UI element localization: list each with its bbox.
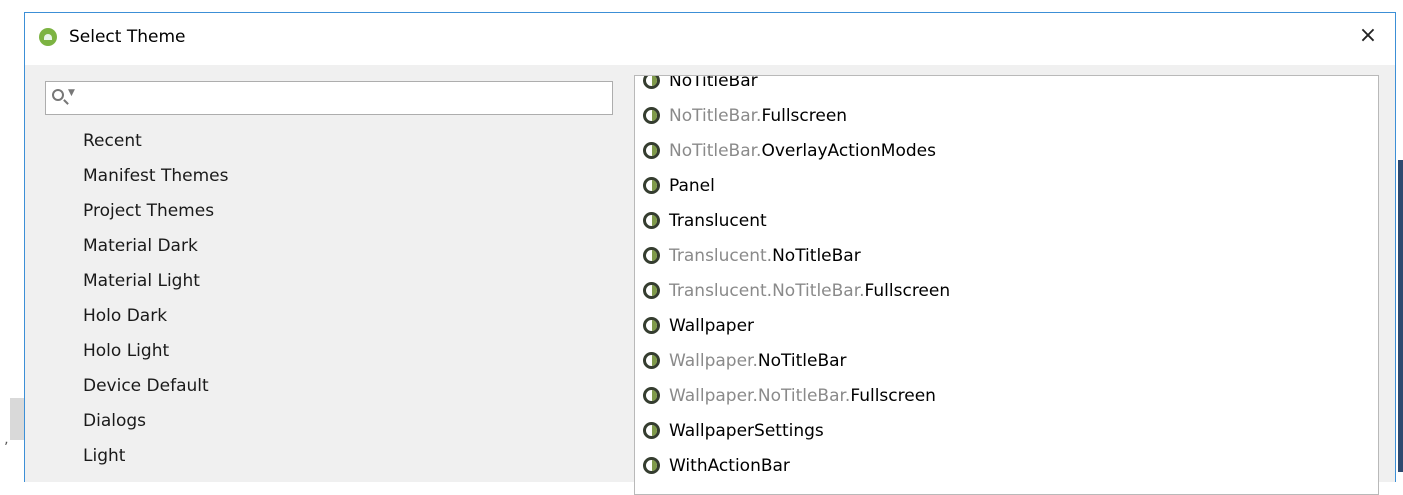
theme-parent-prefix: Translucent. <box>669 245 773 266</box>
theme-item[interactable]: Wallpaper <box>635 308 1378 343</box>
theme-item[interactable]: Translucent. NoTitleBar <box>635 238 1378 273</box>
search-input[interactable] <box>80 86 604 112</box>
theme-parent-prefix: Wallpaper.NoTitleBar. <box>669 385 851 406</box>
theme-icon <box>643 282 660 299</box>
theme-list-panel[interactable]: NoTitleBar NoTitleBar. Fullscreen NoTitleBa… <box>634 75 1379 495</box>
category-item[interactable]: Holo Dark <box>83 304 228 339</box>
category-item[interactable]: Dialogs <box>83 409 228 444</box>
close-icon[interactable]: × <box>1359 23 1377 48</box>
category-item[interactable]: Holo Light <box>83 339 228 374</box>
theme-icon <box>643 352 660 369</box>
category-item[interactable]: Material Dark <box>83 234 228 269</box>
theme-name: NoTitleBar <box>772 245 861 266</box>
theme-item[interactable]: WithActionBar <box>635 448 1378 483</box>
dialog-titlebar: Select Theme × <box>25 13 1395 65</box>
theme-item[interactable]: Wallpaper. NoTitleBar <box>635 343 1378 378</box>
theme-icon <box>643 177 660 194</box>
theme-name: Translucent <box>669 210 767 231</box>
search-field[interactable]: ▼ <box>45 81 613 115</box>
theme-item[interactable]: WallpaperSettings <box>635 413 1378 448</box>
theme-icon <box>643 387 660 404</box>
theme-icon <box>643 76 660 89</box>
theme-parent-prefix: NoTitleBar. <box>669 105 762 126</box>
category-item[interactable]: Material Light <box>83 269 228 304</box>
theme-name: WithActionBar <box>669 455 790 476</box>
theme-list: NoTitleBar NoTitleBar. Fullscreen NoTitleBa… <box>635 75 1378 483</box>
theme-name: Fullscreen <box>850 385 936 406</box>
theme-parent-prefix: NoTitleBar. <box>669 140 762 161</box>
theme-item[interactable]: NoTitleBar. OverlayActionModes <box>635 133 1378 168</box>
theme-item[interactable]: Translucent.NoTitleBar. Fullscreen <box>635 273 1378 308</box>
background-edge <box>1398 160 1403 472</box>
theme-name: OverlayActionModes <box>761 140 936 161</box>
theme-icon <box>643 212 660 229</box>
theme-item[interactable]: Translucent <box>635 203 1378 238</box>
category-item[interactable]: Project Themes <box>83 199 228 234</box>
category-item[interactable]: Light <box>83 444 228 479</box>
background-text-fragment: ʼ <box>4 440 9 456</box>
theme-item[interactable]: NoTitleBar. Fullscreen <box>635 98 1378 133</box>
dialog-title: Select Theme <box>69 27 186 47</box>
category-item[interactable]: Recent <box>83 129 228 164</box>
theme-name: Fullscreen <box>864 280 951 301</box>
category-item[interactable]: Device Default <box>83 374 228 409</box>
category-list: Recent Manifest Themes Project Themes Mater… <box>83 129 228 479</box>
close-button[interactable]: × <box>1353 21 1383 51</box>
theme-item[interactable]: Panel <box>635 168 1378 203</box>
theme-icon <box>643 422 660 439</box>
category-item[interactable]: Manifest Themes <box>83 164 228 199</box>
theme-name: Wallpaper <box>669 315 755 336</box>
theme-icon <box>643 107 660 124</box>
theme-name: Fullscreen <box>761 105 848 126</box>
theme-item[interactable]: NoTitleBar <box>635 75 1378 98</box>
android-studio-icon <box>39 28 57 46</box>
chevron-down-icon[interactable]: ▼ <box>68 88 75 98</box>
search-icon[interactable] <box>52 89 64 101</box>
theme-name: WallpaperSettings <box>669 420 824 441</box>
theme-name: NoTitleBar <box>669 75 758 91</box>
select-theme-dialog: Select Theme × ▼ Recent Manifest Themes Pr… <box>24 12 1396 495</box>
theme-name: Panel <box>669 175 715 196</box>
theme-icon <box>643 247 660 264</box>
theme-parent-prefix: Translucent.NoTitleBar. <box>669 280 865 301</box>
theme-name: NoTitleBar <box>757 350 847 371</box>
theme-icon <box>643 317 660 334</box>
theme-icon <box>643 142 660 159</box>
theme-icon <box>643 457 660 474</box>
theme-item[interactable]: Wallpaper.NoTitleBar. Fullscreen <box>635 378 1378 413</box>
theme-parent-prefix: Wallpaper. <box>669 350 758 371</box>
